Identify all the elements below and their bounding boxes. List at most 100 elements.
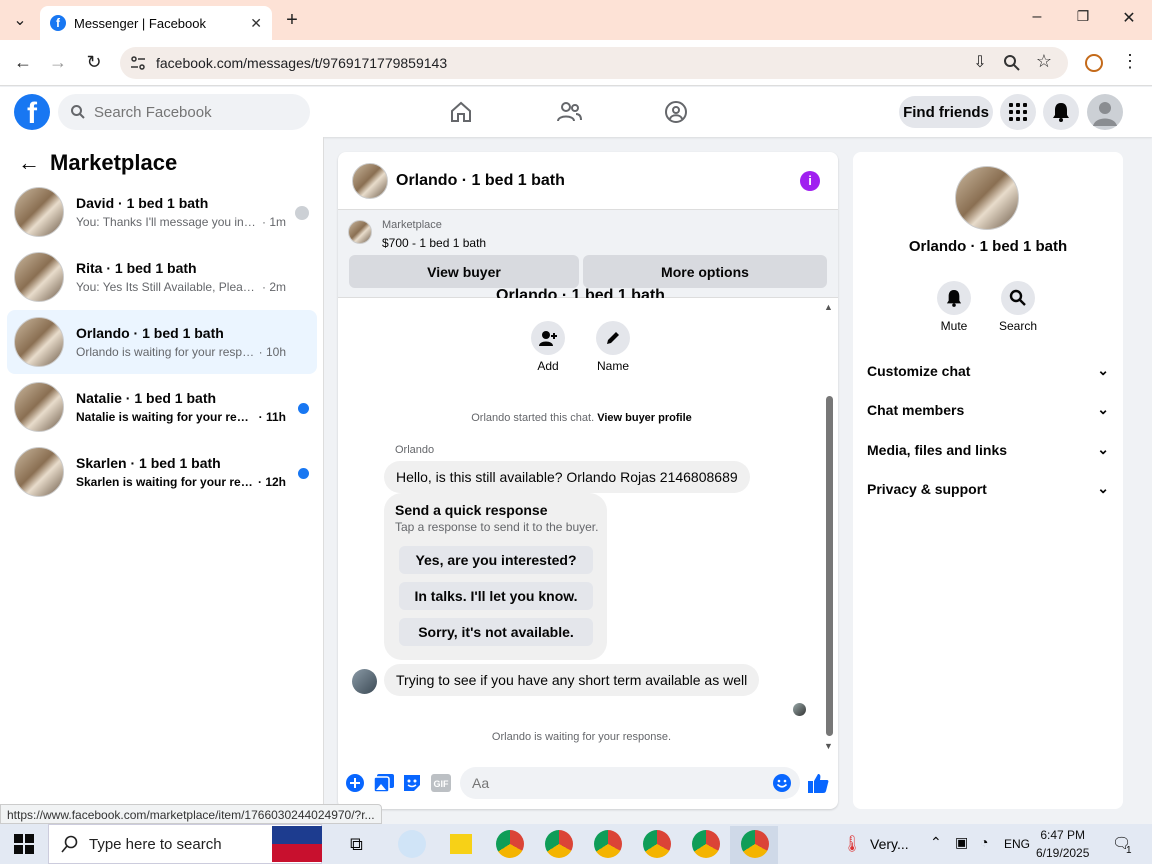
back-icon[interactable]: ← bbox=[8, 52, 38, 73]
url-bar[interactable]: facebook.com/messages/t/9769171779859143 bbox=[120, 47, 1068, 79]
search-icon[interactable] bbox=[1001, 281, 1035, 315]
message-bubble[interactable]: Hello, is this still available? Orlando … bbox=[384, 461, 750, 493]
chat-members-section[interactable]: Chat members ⌄ bbox=[867, 401, 1109, 418]
sticky-notes-icon[interactable] bbox=[450, 834, 472, 854]
view-buyer-profile-link[interactable]: View buyer profile bbox=[597, 412, 692, 424]
chat-header[interactable]: Orlando · 1 bed 1 bath bbox=[338, 152, 838, 210]
search-icon bbox=[71, 105, 85, 119]
new-tab-icon[interactable]: + bbox=[277, 9, 307, 32]
emoji-icon[interactable] bbox=[772, 773, 792, 793]
message-composer[interactable] bbox=[460, 767, 800, 799]
chrome-app-icon[interactable] bbox=[496, 830, 524, 858]
minimize-icon[interactable]: – bbox=[1022, 8, 1052, 26]
conversation-preview: Orlando is waiting for your response. bbox=[76, 345, 256, 359]
facebook-search-box[interactable] bbox=[58, 94, 310, 130]
chrome-app-icon[interactable] bbox=[594, 830, 622, 858]
chrome-app-icon[interactable] bbox=[545, 830, 573, 858]
status-url-bubble: https://www.facebook.com/marketplace/ite… bbox=[0, 804, 382, 824]
find-friends-button[interactable]: Find friends bbox=[899, 96, 993, 128]
conversation-time: · 11h bbox=[258, 410, 286, 424]
windows-start-icon[interactable] bbox=[14, 834, 34, 859]
back-arrow-icon[interactable]: ← bbox=[18, 150, 40, 176]
scroll-down-icon[interactable]: ▼ bbox=[824, 741, 833, 751]
chevron-down-icon: ⌄ bbox=[1097, 480, 1109, 496]
bookmark-star-icon[interactable]: ☆ bbox=[1029, 51, 1059, 72]
taskbar-clock[interactable]: 6:47 PM 6/19/2025 bbox=[1036, 826, 1089, 862]
search-highlight-icon[interactable] bbox=[272, 826, 322, 862]
message-input[interactable] bbox=[472, 775, 762, 791]
friends-icon[interactable] bbox=[551, 96, 587, 128]
banner-listing[interactable]: $700 - 1 bed 1 bath bbox=[382, 236, 486, 250]
paint-app-icon[interactable] bbox=[398, 830, 426, 858]
weather-thermometer-icon[interactable]: 🌡 bbox=[842, 834, 862, 854]
weather-text[interactable]: Very... bbox=[870, 836, 909, 852]
tab-list-chevron-icon[interactable]: ⌄ bbox=[5, 10, 35, 30]
pencil-icon[interactable] bbox=[596, 321, 630, 355]
listing-thumbnail bbox=[14, 252, 64, 302]
sticker-icon[interactable] bbox=[402, 773, 422, 793]
conversation-time: · 1m bbox=[262, 215, 286, 229]
chrome-menu-icon[interactable]: ⋮ bbox=[1115, 51, 1145, 72]
install-app-icon[interactable]: ⇩ bbox=[965, 52, 995, 72]
details-avatar[interactable] bbox=[955, 166, 1019, 230]
started-text: Orlando started this chat. bbox=[471, 412, 595, 424]
conversation-item-skarlen[interactable]: Skarlen · 1 bed 1 bath Skarlen is waitin… bbox=[7, 440, 317, 504]
chat-scrollbar[interactable] bbox=[826, 396, 833, 736]
home-icon[interactable] bbox=[443, 96, 479, 128]
scroll-up-icon[interactable]: ▲ bbox=[824, 302, 833, 312]
taskbar-search-placeholder: Type here to search bbox=[89, 835, 222, 853]
window-close-icon[interactable]: ✕ bbox=[1114, 8, 1144, 28]
listing-thumbnail bbox=[14, 382, 64, 432]
chrome-app-icon[interactable] bbox=[741, 830, 769, 858]
mute-bell-icon[interactable] bbox=[937, 281, 971, 315]
divider bbox=[338, 298, 825, 300]
view-buyer-button[interactable]: View buyer bbox=[349, 255, 579, 288]
browser-tab[interactable]: f Messenger | Facebook ✕ bbox=[40, 6, 272, 40]
quick-response-option[interactable]: Yes, are you interested? bbox=[399, 546, 593, 574]
forward-icon[interactable]: → bbox=[43, 52, 73, 73]
unread-dot bbox=[298, 403, 309, 414]
sender-avatar[interactable] bbox=[352, 669, 377, 694]
wifi-icon[interactable]: ◔ bbox=[980, 834, 988, 850]
profile-icon[interactable] bbox=[1085, 54, 1103, 72]
conversation-time: · 10h bbox=[258, 345, 286, 359]
quick-response-option[interactable]: Sorry, it's not available. bbox=[399, 618, 593, 646]
reload-icon[interactable]: ↻ bbox=[79, 52, 109, 73]
account-avatar[interactable] bbox=[1087, 94, 1123, 130]
conversation-item-rita[interactable]: Rita · 1 bed 1 bath You: Yes Its Still A… bbox=[7, 245, 317, 309]
thumbs-up-icon[interactable] bbox=[807, 772, 829, 794]
listing-thumbnail bbox=[14, 187, 64, 237]
gif-icon[interactable]: GIF bbox=[431, 773, 451, 793]
site-info-icon[interactable] bbox=[130, 55, 146, 71]
photo-icon[interactable] bbox=[374, 773, 394, 793]
more-options-button[interactable]: More options bbox=[583, 255, 827, 288]
device-icon[interactable]: ▣ bbox=[955, 834, 968, 851]
menu-grid-icon[interactable] bbox=[1000, 94, 1036, 130]
facebook-search-input[interactable] bbox=[94, 103, 294, 121]
restore-icon[interactable]: ❐ bbox=[1068, 8, 1098, 25]
message-bubble[interactable]: Trying to see if you have any short term… bbox=[384, 664, 760, 696]
task-view-icon[interactable]: ⧉ bbox=[350, 834, 363, 855]
conversation-item-natalie[interactable]: Natalie · 1 bed 1 bath Natalie is waitin… bbox=[7, 375, 317, 439]
facebook-logo-icon[interactable]: f bbox=[14, 94, 50, 130]
quick-response-option[interactable]: In talks. I'll let you know. bbox=[399, 582, 593, 610]
section-label: Chat members bbox=[867, 401, 965, 418]
info-icon[interactable]: i bbox=[800, 171, 820, 191]
banner-source: Marketplace bbox=[382, 219, 442, 231]
chrome-app-icon[interactable] bbox=[692, 830, 720, 858]
conversation-item-david[interactable]: David · 1 bed 1 bath You: Thanks I'll me… bbox=[7, 180, 317, 244]
zoom-icon[interactable] bbox=[1003, 54, 1021, 77]
customize-chat-section[interactable]: Customize chat ⌄ bbox=[867, 362, 1109, 379]
tab-close-icon[interactable]: ✕ bbox=[250, 15, 262, 32]
chrome-app-icon[interactable] bbox=[643, 830, 671, 858]
conversation-item-orlando[interactable]: Orlando · 1 bed 1 bath Orlando is waitin… bbox=[7, 310, 317, 374]
notifications-bell-icon[interactable] bbox=[1043, 94, 1079, 130]
add-person-icon[interactable] bbox=[531, 321, 565, 355]
media-files-links-section[interactable]: Media, files and links ⌄ bbox=[867, 441, 1109, 458]
language-indicator[interactable]: ENG bbox=[1004, 837, 1030, 851]
tray-chevron-up-icon[interactable]: ⌃ bbox=[930, 834, 942, 851]
groups-icon[interactable] bbox=[658, 96, 694, 128]
quick-response-subtitle: Tap a response to send it to the buyer. bbox=[395, 520, 599, 534]
plus-circle-icon[interactable] bbox=[345, 773, 365, 793]
privacy-support-section[interactable]: Privacy & support ⌄ bbox=[867, 480, 1109, 497]
